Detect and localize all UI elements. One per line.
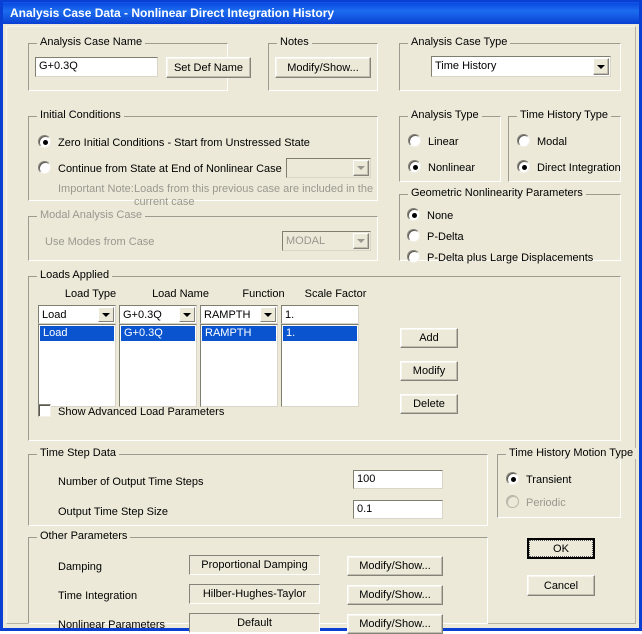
radio-motion-type-transient[interactable] — [506, 472, 519, 485]
chevron-down-icon[interactable] — [593, 58, 609, 75]
modal-case-combo[interactable]: MODAL — [282, 231, 371, 251]
radio-analysis-type-linear[interactable] — [408, 134, 421, 147]
label-zero-initial-conditions: Zero Initial Conditions - Start from Uns… — [58, 137, 310, 149]
notes-group-title: Notes — [277, 37, 312, 48]
radio-time-history-type-direct-integration[interactable] — [517, 160, 530, 173]
edit-function-combo[interactable]: RAMPTH — [200, 305, 278, 324]
cancel-button[interactable]: Cancel — [527, 575, 595, 596]
notes-modify-show-button[interactable]: Modify/Show... — [275, 57, 371, 78]
radio-time-history-type-modal[interactable] — [517, 134, 530, 147]
list-column-scale-factor[interactable]: 1. — [281, 324, 359, 407]
initial-conditions-note-label: Important Note: — [58, 183, 134, 195]
add-load-button[interactable]: Add — [400, 328, 458, 348]
time-history-type-group-title: Time History Type — [517, 110, 612, 121]
ok-button[interactable]: OK — [527, 538, 595, 559]
title-bar: Analysis Case Data - Nonlinear Direct In… — [3, 2, 639, 24]
chevron-down-icon[interactable] — [98, 307, 114, 322]
show-advanced-load-parameters-label: Show Advanced Load Parameters — [58, 406, 225, 418]
label-analysis-type-nonlinear: Nonlinear — [428, 162, 476, 174]
label-geom-none: None — [427, 210, 454, 222]
geometric-nonlinearity-group-title: Geometric Nonlinearity Parameters — [408, 188, 586, 199]
damping-label: Damping — [58, 561, 103, 573]
table-row[interactable]: 1. — [283, 326, 357, 341]
analysis-case-name-group-title: Analysis Case Name — [37, 37, 146, 48]
number-of-output-time-steps-label: Number of Output Time Steps — [58, 476, 204, 488]
label-analysis-type-linear: Linear — [428, 136, 459, 148]
nonlinear-parameters-value: Default — [189, 613, 320, 633]
analysis-case-type-group-title: Analysis Case Type — [408, 37, 511, 48]
nonlinear-parameters-label: Nonlinear Parameters — [58, 619, 165, 631]
radio-geom-none[interactable] — [407, 208, 420, 221]
label-motion-type-transient: Transient — [526, 474, 572, 486]
label-motion-type-periodic: Periodic — [526, 497, 566, 509]
analysis-case-name-input[interactable]: G+0.3Q — [35, 57, 158, 77]
delete-load-button[interactable]: Delete — [400, 394, 458, 414]
damping-modify-show-button[interactable]: Modify/Show... — [347, 556, 443, 576]
other-parameters-group: Other Parameters — [28, 531, 488, 624]
time-integration-label: Time Integration — [58, 590, 138, 602]
modify-load-button[interactable]: Modify — [400, 361, 458, 381]
edit-function-value: RAMPTH — [204, 309, 251, 321]
modal-case-value: MODAL — [286, 235, 326, 247]
edit-load-type-combo[interactable]: Load — [38, 305, 116, 324]
label-geom-pdelta: P-Delta — [427, 231, 464, 243]
radio-motion-type-periodic[interactable] — [506, 495, 519, 508]
chevron-down-icon[interactable] — [353, 233, 369, 249]
radio-analysis-type-nonlinear[interactable] — [408, 160, 421, 173]
list-column-load-name[interactable]: G+0.3Q — [119, 324, 197, 407]
edit-load-name-value: G+0.3Q — [123, 309, 162, 321]
edit-load-name-combo[interactable]: G+0.3Q — [119, 305, 197, 324]
list-column-function[interactable]: RAMPTH — [200, 324, 278, 407]
initial-conditions-note-line2: current case — [134, 196, 195, 208]
continue-case-combo[interactable] — [286, 158, 371, 178]
nonlinear-parameters-modify-show-button[interactable]: Modify/Show... — [347, 614, 443, 634]
label-geom-pdelta-large-displacements: P-Delta plus Large Displacements — [427, 252, 594, 264]
table-row[interactable]: RAMPTH — [202, 326, 276, 341]
window-title: Analysis Case Data - Nonlinear Direct In… — [10, 6, 335, 20]
chevron-down-icon[interactable] — [260, 307, 276, 322]
time-history-motion-type-group-title: Time History Motion Type — [506, 448, 637, 459]
number-of-output-time-steps-input[interactable]: 100 — [353, 470, 443, 489]
initial-conditions-group-title: Initial Conditions — [37, 110, 124, 121]
output-time-step-size-input[interactable]: 0.1 — [353, 500, 443, 519]
loads-applied-group-title: Loads Applied — [37, 270, 113, 281]
radio-continue-from-state[interactable] — [38, 161, 51, 174]
table-row[interactable]: Load — [40, 326, 114, 341]
chevron-down-icon[interactable] — [353, 160, 369, 176]
dialog-client-area: Analysis Case Name G+0.3Q Set Def Name N… — [3, 24, 639, 634]
radio-zero-initial-conditions[interactable] — [38, 135, 51, 148]
analysis-case-type-combo[interactable]: Time History — [431, 56, 611, 77]
time-integration-value: Hilber-Hughes-Taylor — [189, 584, 320, 604]
edit-scale-factor-value: 1. — [285, 309, 295, 321]
analysis-type-group-title: Analysis Type — [408, 110, 482, 121]
ok-button-label: OK — [529, 540, 593, 557]
radio-geom-pdelta[interactable] — [407, 229, 420, 242]
label-continue-from-state: Continue from State at End of Nonlinear … — [58, 163, 282, 175]
geometric-nonlinearity-group: Geometric Nonlinearity Parameters — [399, 188, 621, 261]
initial-conditions-note-line1: Loads from this previous case are includ… — [134, 183, 374, 195]
column-header-scale-factor: Scale Factor — [304, 288, 367, 300]
time-integration-modify-show-button[interactable]: Modify/Show... — [347, 585, 443, 605]
analysis-case-type-value: Time History — [435, 60, 497, 72]
other-parameters-group-title: Other Parameters — [37, 531, 131, 542]
edit-load-type-value: Load — [42, 309, 67, 321]
use-modes-from-case-label: Use Modes from Case — [45, 236, 155, 248]
label-time-history-type-modal: Modal — [537, 136, 567, 148]
modal-analysis-case-group-title: Modal Analysis Case — [37, 210, 146, 221]
list-column-load-type[interactable]: Load — [38, 324, 116, 407]
output-time-step-size-label: Output Time Step Size — [58, 506, 169, 518]
edit-scale-factor-input[interactable]: 1. — [281, 305, 359, 324]
analysis-case-data-dialog: Analysis Case Data - Nonlinear Direct In… — [0, 0, 642, 634]
damping-value: Proportional Damping — [189, 555, 320, 575]
show-advanced-load-parameters-checkbox[interactable] — [38, 404, 51, 417]
time-step-data-group-title: Time Step Data — [37, 448, 120, 459]
radio-geom-pdelta-large-displacements[interactable] — [407, 250, 420, 263]
chevron-down-icon[interactable] — [179, 307, 195, 322]
label-time-history-type-direct-integration: Direct Integration — [537, 162, 621, 174]
table-row[interactable]: G+0.3Q — [121, 326, 195, 341]
set-def-name-button[interactable]: Set Def Name — [166, 57, 251, 78]
